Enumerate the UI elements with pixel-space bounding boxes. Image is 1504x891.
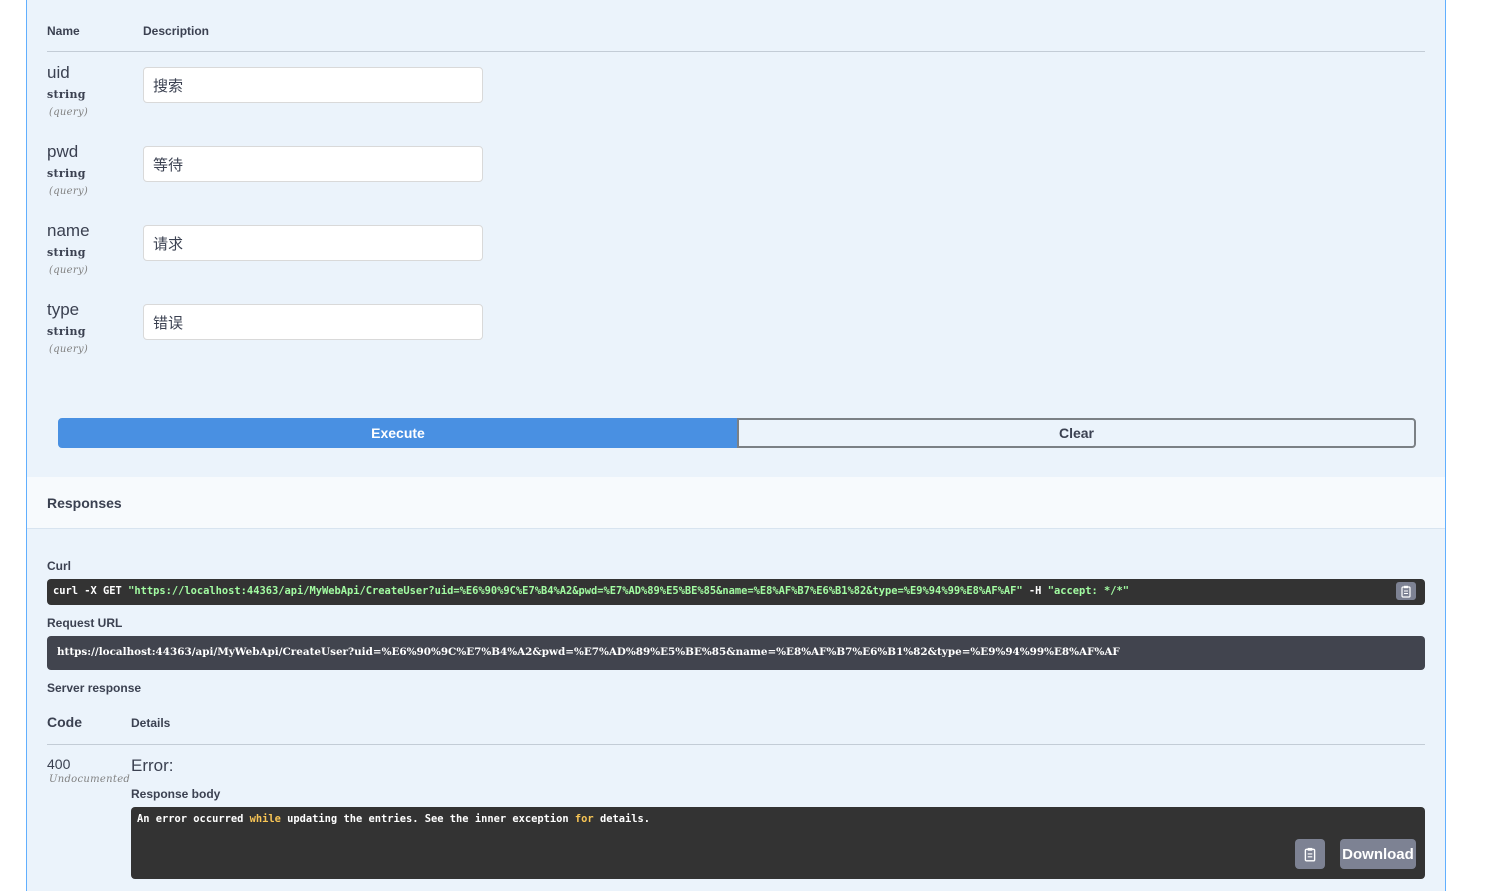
pwd-input[interactable]	[143, 146, 483, 182]
param-in-type: (query)	[49, 344, 89, 355]
body-text-1: An error occurred	[137, 813, 250, 825]
uid-input[interactable]	[143, 67, 483, 103]
execute-button[interactable]: Execute	[58, 418, 738, 448]
details-header: Details	[131, 716, 171, 730]
name-input[interactable]	[143, 225, 483, 261]
param-header-description: Description	[143, 24, 210, 38]
download-button[interactable]: Download	[1340, 839, 1416, 869]
request-url-label: Request URL	[47, 616, 123, 630]
param-type-type: string	[47, 325, 86, 338]
server-response-label: Server response	[47, 681, 142, 695]
curl-header: "accept: */*"	[1047, 585, 1130, 597]
request-url-text: https://localhost:44363/api/MyWebApi/Cre…	[57, 646, 1120, 658]
clipboard-icon	[1304, 847, 1316, 862]
body-text-3: details.	[593, 813, 651, 825]
curl-cmd: curl -X GET	[53, 585, 129, 597]
body-keyword-while: while	[249, 813, 281, 825]
response-header-divider	[47, 744, 1425, 745]
curl-copy-button[interactable]	[1396, 582, 1416, 600]
operation-panel: Name Description uid string (query) pwd …	[26, 0, 1446, 891]
body-copy-button[interactable]	[1295, 839, 1325, 869]
param-in-uid: (query)	[49, 107, 89, 118]
request-url-block: https://localhost:44363/api/MyWebApi/Cre…	[47, 636, 1425, 670]
response-body-text: An error occurred while updating the ent…	[137, 813, 650, 825]
responses-header: Responses	[27, 477, 1445, 529]
curl-command: curl -X GET "https://localhost:44363/api…	[53, 585, 1129, 597]
param-name-name: name	[47, 221, 90, 240]
response-code-note: Undocumented	[49, 774, 131, 785]
curl-block: curl -X GET "https://localhost:44363/api…	[47, 579, 1425, 605]
param-header-divider	[47, 51, 1425, 52]
body-keyword-for: for	[574, 813, 594, 825]
response-body-block: An error occurred while updating the ent…	[131, 807, 1425, 879]
clipboard-icon	[1401, 585, 1411, 598]
error-label: Error:	[131, 756, 174, 775]
body-text-2: updating the entries. See the inner exce…	[280, 813, 575, 825]
response-body-label: Response body	[131, 787, 221, 801]
type-input[interactable]	[143, 304, 483, 340]
param-name-pwd: pwd	[47, 142, 79, 161]
responses-title: Responses	[47, 495, 122, 511]
param-in-pwd: (query)	[49, 186, 89, 197]
param-name-uid: uid	[47, 63, 70, 82]
clear-button[interactable]: Clear	[737, 418, 1416, 448]
response-code: 400	[47, 756, 71, 772]
code-header: Code	[47, 714, 82, 730]
param-header-name: Name	[47, 24, 80, 38]
param-in-name: (query)	[49, 265, 89, 276]
param-type-uid: string	[47, 88, 86, 101]
param-name-type: type	[47, 300, 80, 319]
param-type-name: string	[47, 246, 86, 259]
param-type-pwd: string	[47, 167, 86, 180]
curl-flag: -H	[1022, 585, 1048, 597]
curl-label: Curl	[47, 559, 71, 573]
curl-url: "https://localhost:44363/api/MyWebApi/Cr…	[128, 585, 1023, 597]
